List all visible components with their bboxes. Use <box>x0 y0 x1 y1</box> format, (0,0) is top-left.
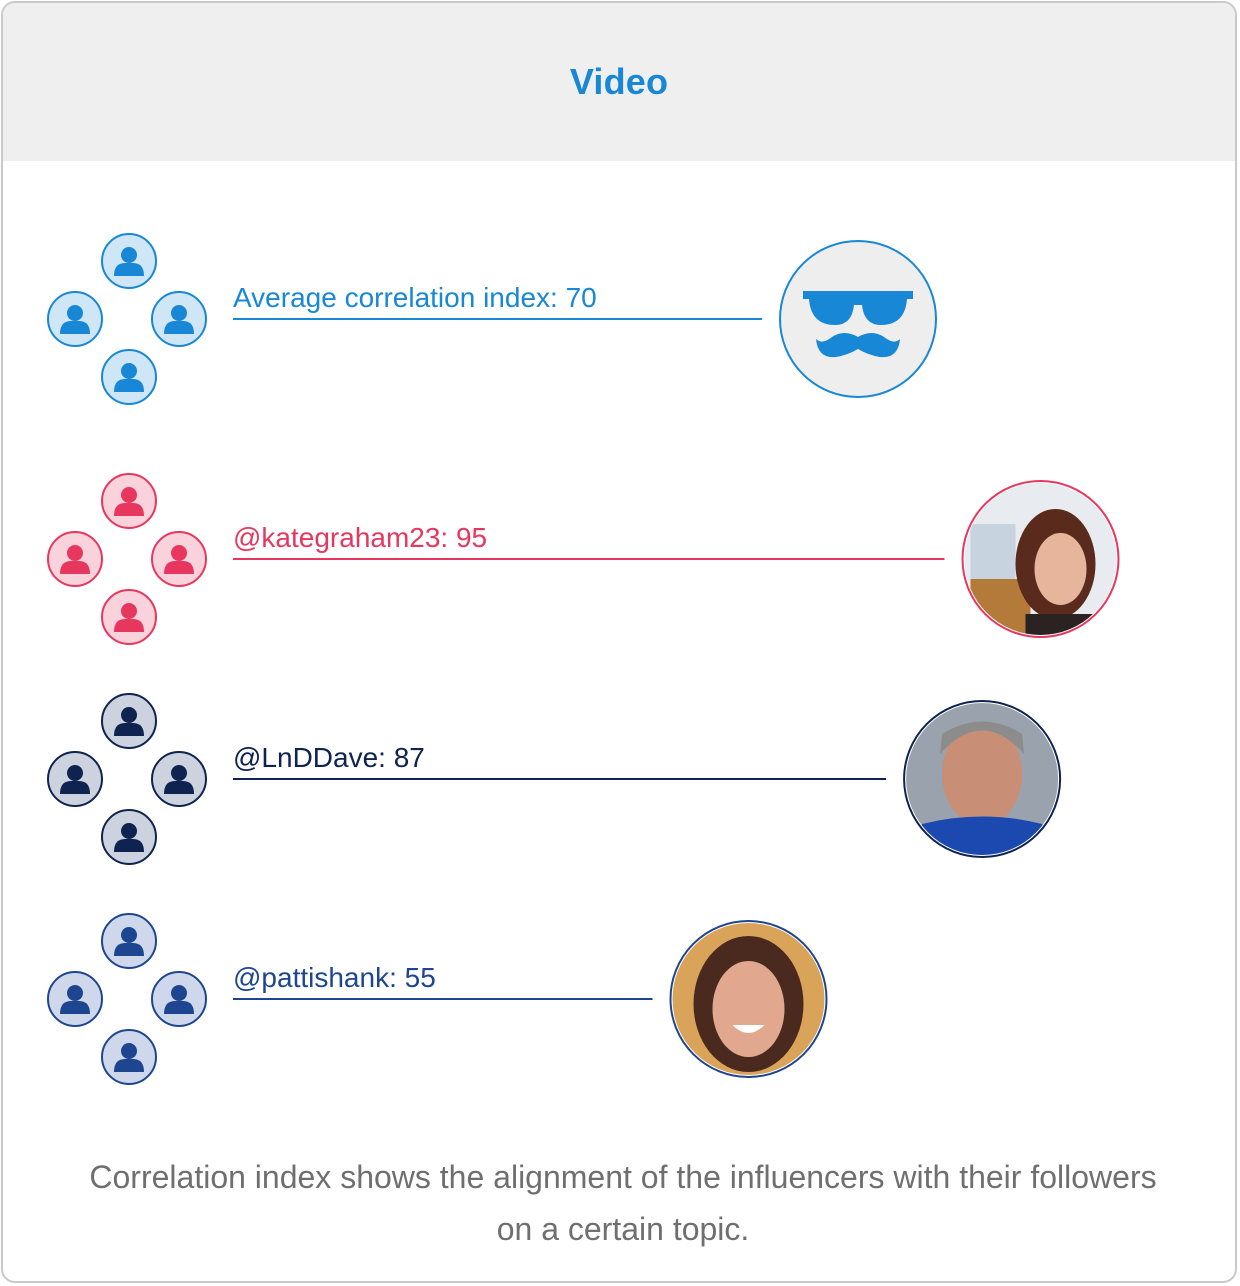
chart-caption: Correlation index shows the alignment of… <box>89 1159 1157 1247</box>
follower-cluster <box>47 693 207 865</box>
follower-cluster <box>47 233 207 405</box>
correlation-row: @kategraham23: 95 <box>47 473 1120 645</box>
photo-woman-smiling-icon <box>672 923 825 1075</box>
correlation-row: @LnDDave: 87 <box>47 693 1062 865</box>
anonymous-avatar <box>779 240 937 398</box>
data-label: @pattishank: 55 <box>233 962 436 993</box>
influencer-avatar <box>903 700 1062 858</box>
influencer-avatar <box>961 480 1120 638</box>
data-label: @kategraham23: 95 <box>233 522 487 553</box>
data-label: Average correlation index: 70 <box>233 282 597 313</box>
data-label: @LnDDave: 87 <box>233 742 425 773</box>
influencer-avatar <box>669 920 828 1078</box>
photo-man-bald-icon <box>906 703 1059 855</box>
follower-cluster <box>47 913 207 1085</box>
correlation-row: Average correlation index: 70 <box>47 233 937 405</box>
follower-cluster <box>47 473 207 645</box>
correlation-row: @pattishank: 55 <box>47 913 828 1085</box>
correlation-chart: Average correlation index: 70 @kategraham… <box>47 233 1120 1085</box>
chart-card: Video Average correlation index: 70 @kate… <box>1 1 1237 1283</box>
